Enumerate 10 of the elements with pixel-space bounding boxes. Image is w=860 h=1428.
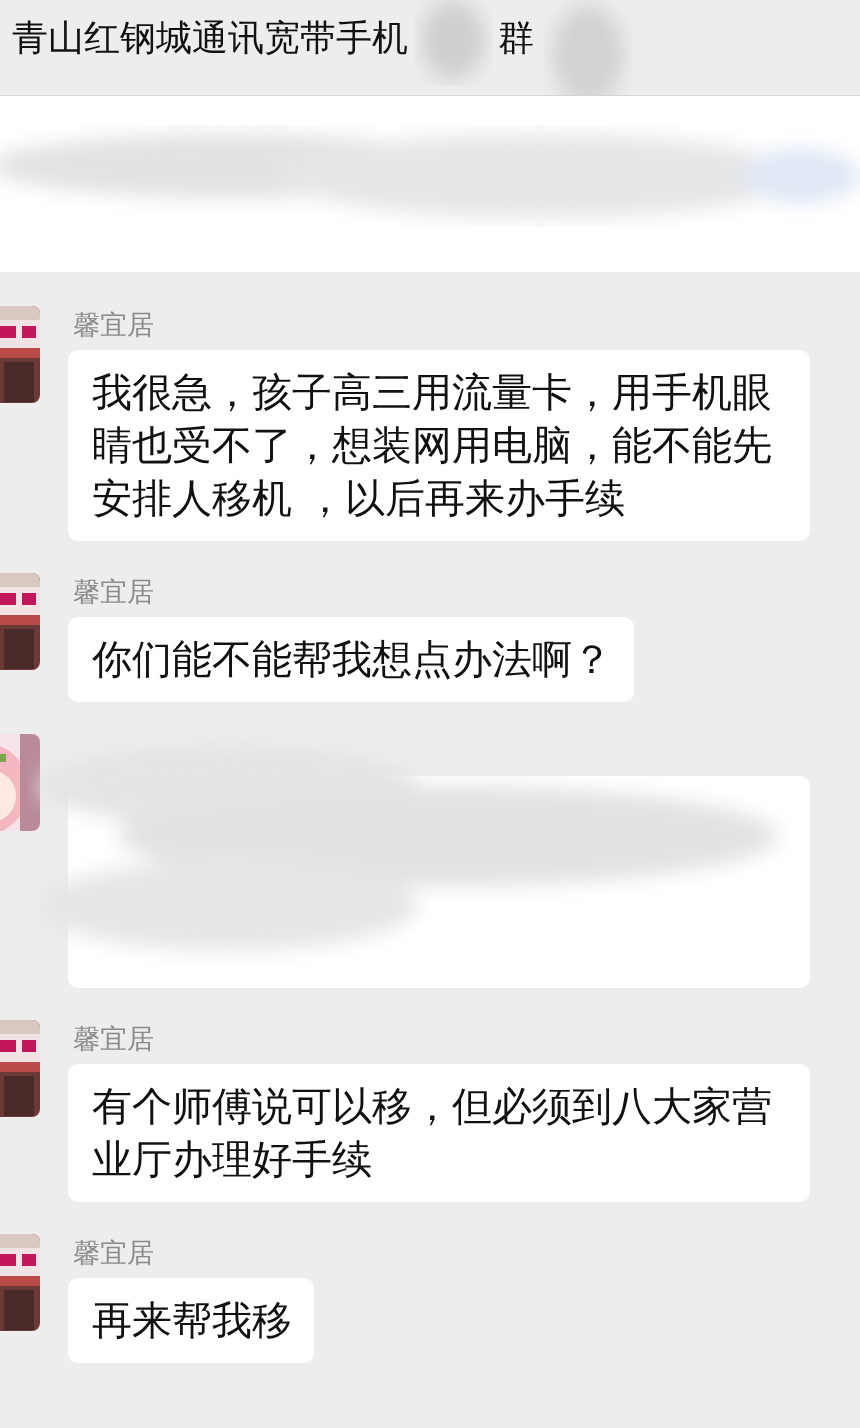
sender-name: 馨宜居: [73, 308, 154, 342]
message-bubble: 我很急，孩子高三用流量卡，用手机眼睛也受不了，想装网用电脑，能不能先安排人移机 ，以后再来办手续: [68, 350, 810, 541]
message-bubble: 有个师傅说可以移，但必须到八大家营业厅办理好手续: [68, 1064, 810, 1202]
sender-name: 馨宜居: [73, 575, 154, 609]
sender-name: 馨宜居: [73, 1022, 154, 1056]
chat-title: 青山红钢城通讯宽带手机: [12, 16, 408, 60]
chat-title: 群: [498, 16, 534, 60]
message-bubble: 再来帮我移: [68, 1278, 314, 1363]
sender-name: 馨宜居: [73, 1236, 154, 1270]
message-bubble: 你们能不能帮我想点办法啊？: [68, 617, 634, 702]
